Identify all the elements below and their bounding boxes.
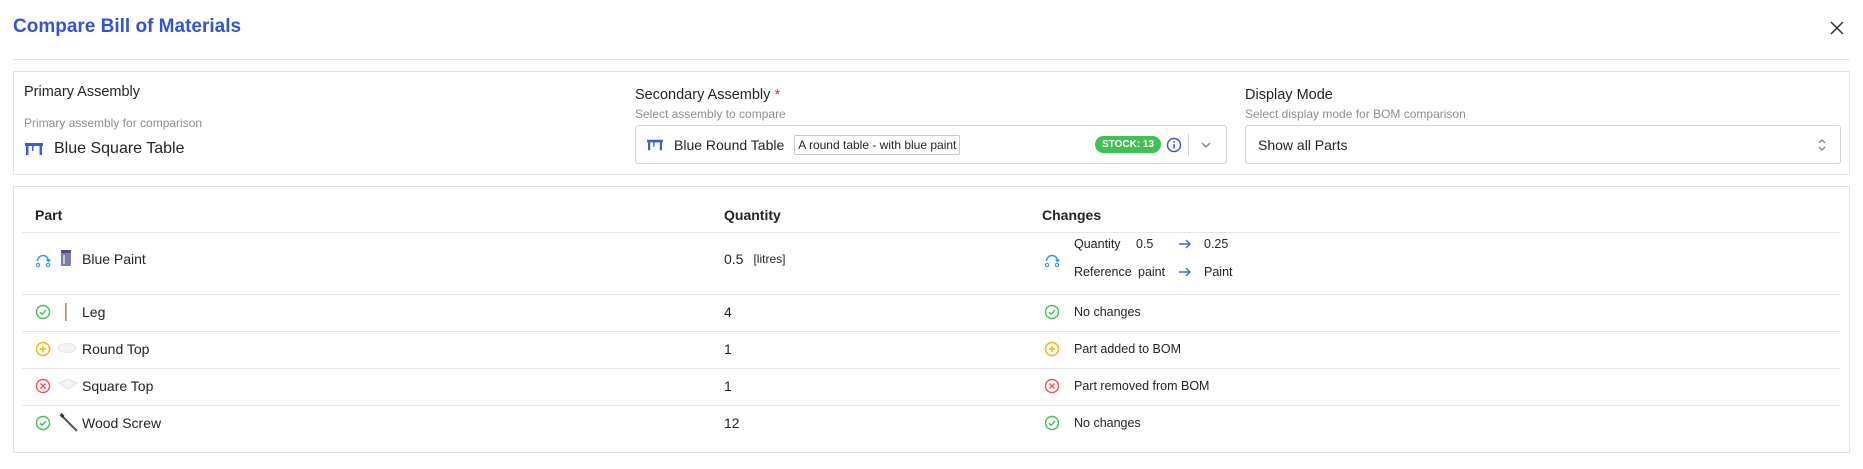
square-top-icon — [57, 378, 79, 392]
primary-assembly-value: Blue Square Table — [24, 140, 184, 158]
part-name[interactable]: Blue Paint — [82, 250, 146, 268]
change-text: No changes — [1074, 305, 1141, 319]
status-removed-icon — [1044, 378, 1060, 394]
secondary-assembly-label: Secondary Assembly * — [635, 87, 781, 103]
bom-comparison-table: Part Quantity Changes Blue Paint 0.5 [lit… — [13, 186, 1850, 453]
paint-can-icon — [60, 249, 72, 267]
change-quantity: Quantity 0.5 0.25 — [1074, 237, 1229, 251]
quantity-value: 12 — [724, 415, 740, 431]
round-top-icon — [57, 341, 77, 355]
display-mode-value: Show all Parts — [1258, 136, 1348, 153]
arrow-right-icon — [1178, 266, 1204, 278]
arrow-right-icon — [1178, 238, 1204, 250]
display-mode-label: Display Mode — [1245, 87, 1333, 103]
status-modified-icon — [1044, 252, 1060, 268]
status-ok-icon — [1044, 415, 1060, 431]
header-quantity: Quantity — [724, 207, 781, 223]
stock-badge: STOCK: 13 — [1095, 136, 1162, 153]
part-name[interactable]: Round Top — [82, 340, 149, 358]
assembly-selection-panel: Primary Assembly Primary assembly for co… — [13, 71, 1850, 175]
status-added-icon — [35, 341, 51, 357]
status-modified-icon — [35, 252, 51, 268]
change-reference: Reference paint Paint — [1074, 265, 1233, 279]
quantity-value: 4 — [724, 304, 732, 320]
status-ok-icon — [35, 304, 51, 320]
change-text: No changes — [1074, 416, 1141, 430]
secondary-assembly-help: Select assembly to compare — [635, 107, 786, 121]
row-divider — [22, 331, 1841, 332]
row-divider — [22, 294, 1841, 295]
chevron-down-icon[interactable] — [1199, 138, 1213, 152]
change-text: Part removed from BOM — [1074, 379, 1210, 393]
screw-icon — [59, 413, 79, 433]
info-icon[interactable] — [1166, 137, 1182, 153]
part-name[interactable]: Wood Screw — [82, 414, 161, 432]
secondary-assembly-description: A round table - with blue paint — [794, 134, 961, 155]
part-name[interactable]: Square Top — [82, 377, 153, 395]
display-mode-help: Select display mode for BOM comparison — [1245, 107, 1466, 121]
primary-assembly-help: Primary assembly for comparison — [24, 116, 203, 130]
quantity-value: 1 — [724, 378, 732, 394]
status-added-icon — [1044, 341, 1060, 357]
row-divider — [22, 368, 1841, 369]
row-divider — [22, 232, 1841, 233]
status-ok-icon — [1044, 304, 1060, 320]
status-removed-icon — [35, 378, 51, 394]
required-mark: * — [774, 87, 781, 103]
status-ok-icon — [35, 415, 51, 431]
header-changes: Changes — [1042, 207, 1102, 223]
header-divider — [13, 59, 1850, 60]
leg-icon — [60, 302, 72, 322]
select-separator — [1188, 134, 1189, 156]
secondary-assembly-name: Blue Round Table — [674, 136, 785, 153]
table-icon — [647, 139, 663, 150]
selector-icon — [1818, 139, 1826, 151]
part-name[interactable]: Leg — [82, 303, 105, 321]
quantity-value: 1 — [724, 341, 732, 357]
close-icon[interactable] — [1827, 18, 1847, 38]
primary-assembly-label: Primary Assembly — [24, 84, 141, 100]
display-mode-select[interactable]: Show all Parts — [1245, 125, 1841, 164]
quantity-unit: [litres] — [753, 252, 786, 266]
table-icon — [25, 143, 43, 155]
header-part: Part — [35, 207, 63, 223]
quantity-value: 0.5 [litres] — [724, 251, 786, 267]
change-text: Part added to BOM — [1074, 342, 1182, 356]
primary-assembly-name: Blue Square Table — [54, 140, 185, 157]
row-divider — [22, 405, 1841, 406]
dialog-title: Compare Bill of Materials — [13, 16, 242, 37]
secondary-assembly-select[interactable]: Blue Round Table A round table - with bl… — [635, 125, 1227, 164]
